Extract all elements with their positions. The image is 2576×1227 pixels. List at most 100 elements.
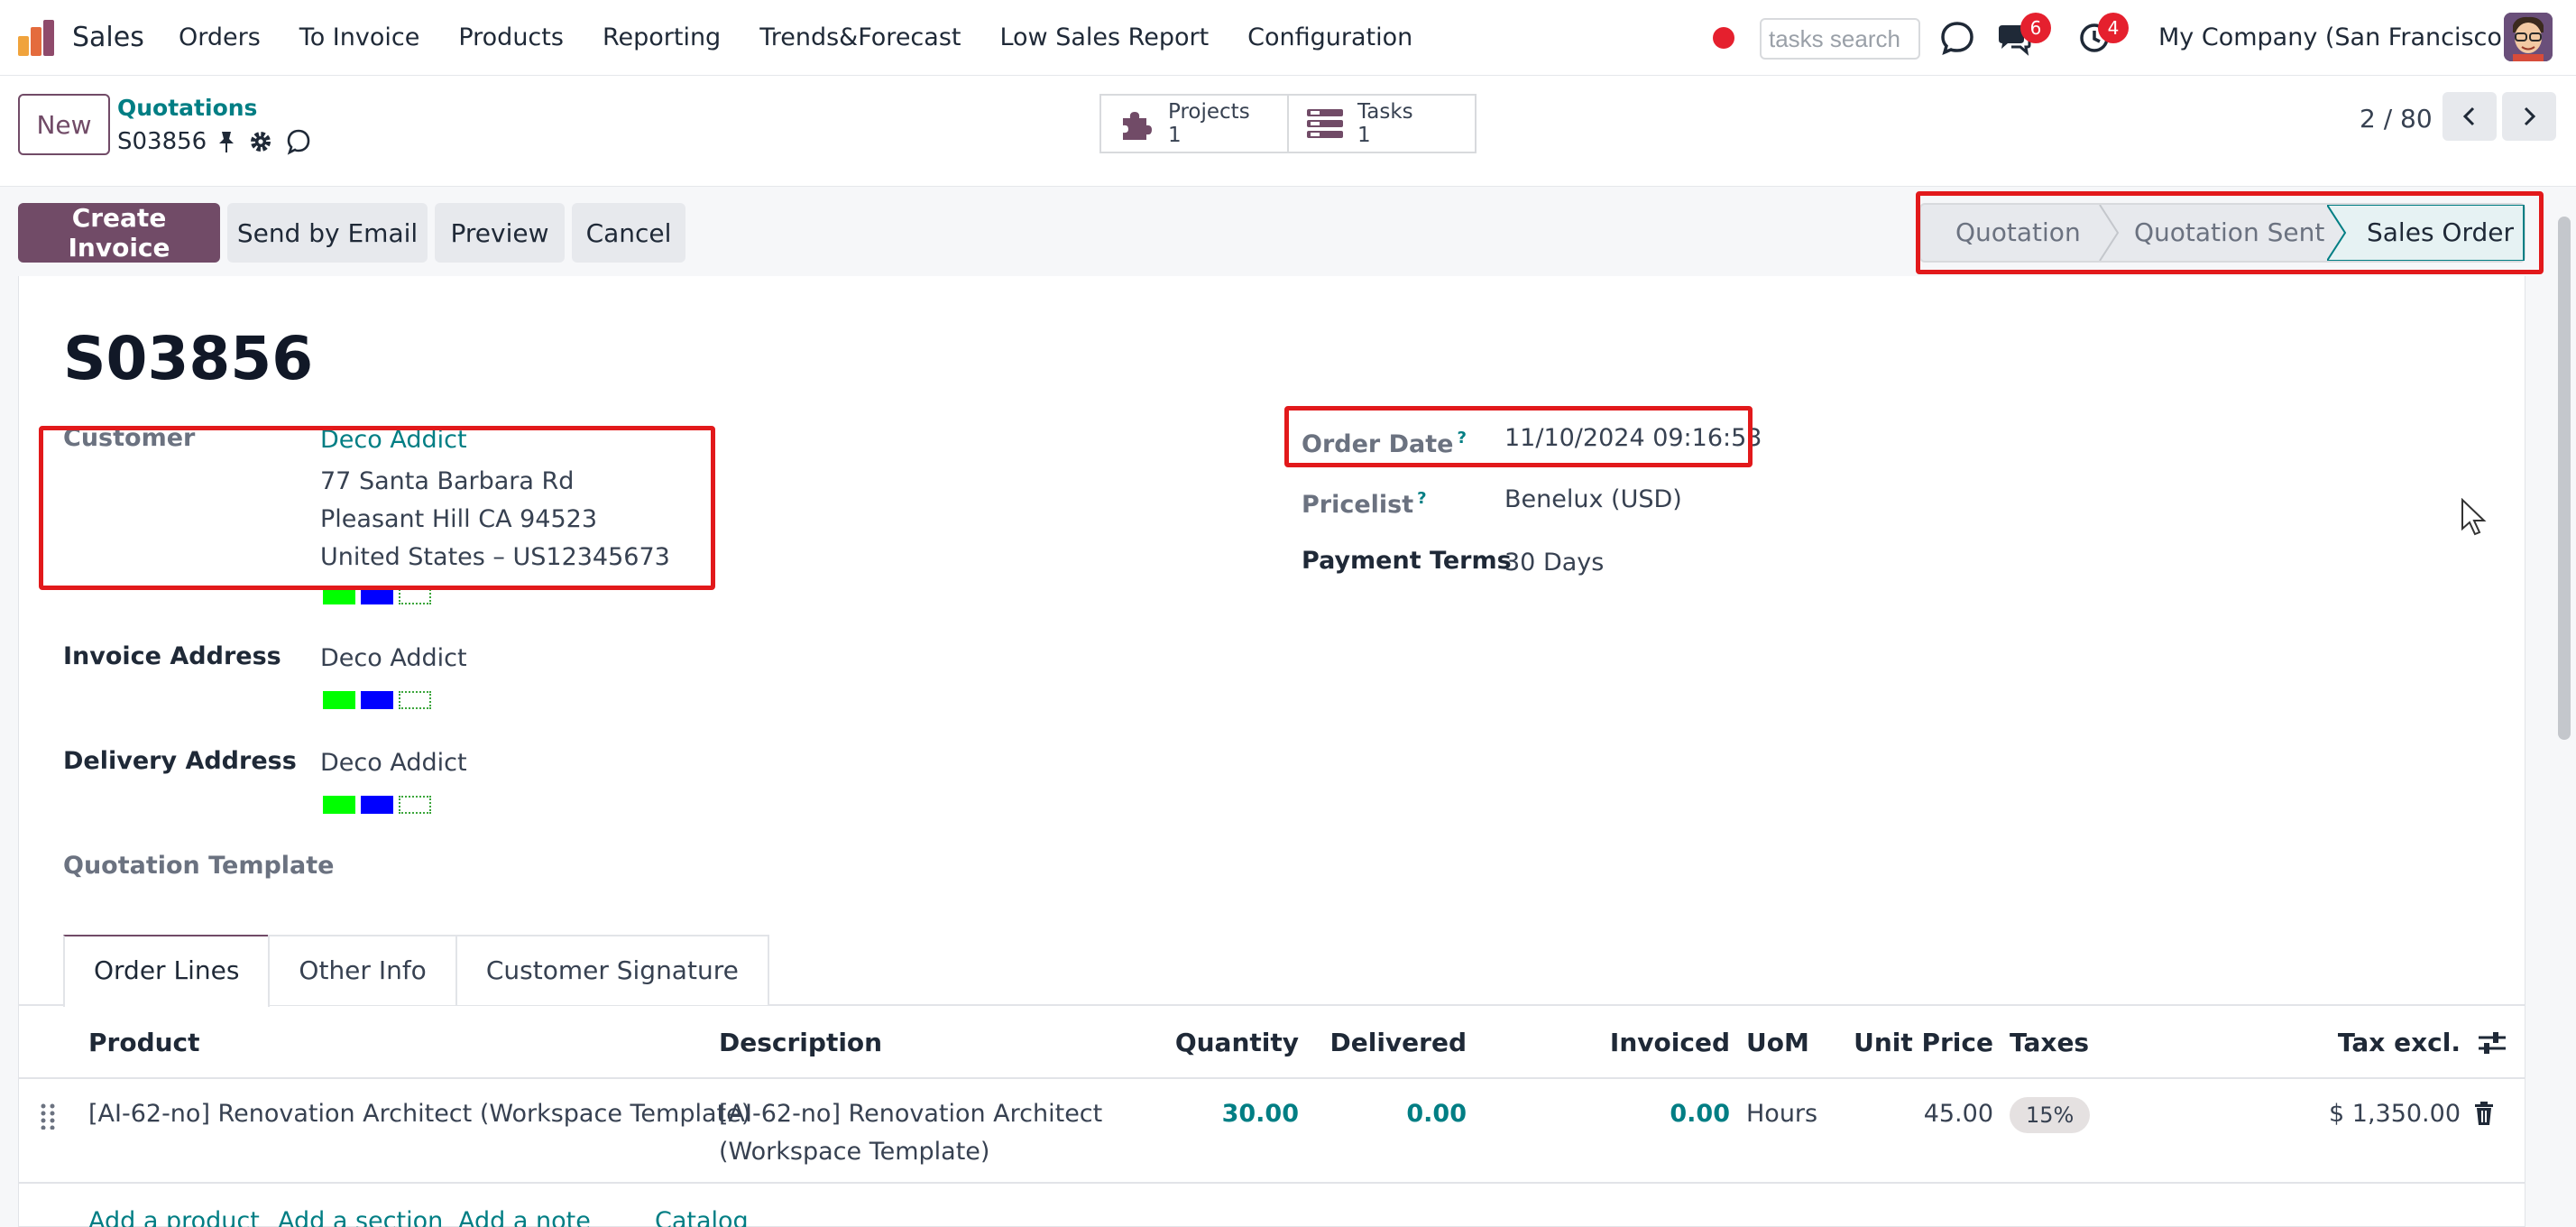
breadcrumb-quotations[interactable]: Quotations bbox=[117, 93, 257, 124]
pager-previous-button[interactable] bbox=[2443, 92, 2497, 141]
chevron-left-icon bbox=[2462, 106, 2475, 126]
send-by-email-button[interactable]: Send by Email bbox=[227, 203, 428, 263]
drag-handle-icon[interactable] bbox=[40, 1102, 56, 1130]
quotation-template-label: Quotation Template bbox=[63, 852, 335, 880]
pricelist-help-icon[interactable]: ? bbox=[1417, 489, 1426, 508]
cancel-button[interactable]: Cancel bbox=[572, 203, 685, 263]
chevron-right-icon bbox=[2524, 106, 2536, 126]
status-step-sales-order[interactable]: Sales Order bbox=[2367, 205, 2514, 261]
line-product[interactable]: [AI-62-no] Renovation Architect (Workspa… bbox=[88, 1095, 750, 1133]
app-name[interactable]: Sales bbox=[72, 18, 144, 58]
chatter-toggle-icon[interactable] bbox=[285, 128, 312, 155]
projects-label: Projects bbox=[1168, 100, 1250, 124]
customer-link[interactable]: Deco Addict bbox=[320, 424, 467, 457]
optional-columns-icon[interactable] bbox=[2477, 1029, 2507, 1057]
form-action-bar: Create Invoice Send by Email Preview Can… bbox=[0, 186, 2576, 276]
projects-count: 1 bbox=[1168, 124, 1182, 147]
menu-trends-forecast[interactable]: Trends&Forecast bbox=[759, 18, 961, 58]
swatch-green bbox=[323, 586, 355, 604]
swatch-empty bbox=[399, 586, 431, 604]
page-scrollbar[interactable] bbox=[2558, 217, 2571, 740]
menu-products[interactable]: Products bbox=[458, 18, 564, 58]
menu-configuration[interactable]: Configuration bbox=[1247, 18, 1412, 58]
messages-count-badge: 6 bbox=[2020, 13, 2051, 43]
column-taxes[interactable]: Taxes bbox=[2010, 1025, 2089, 1061]
new-button[interactable]: New bbox=[18, 94, 110, 155]
swatch-empty bbox=[399, 691, 431, 709]
smart-buttons: Projects 1 Tasks 1 bbox=[1099, 94, 1477, 153]
sales-app-icon[interactable] bbox=[14, 16, 58, 60]
customer-label: Customer bbox=[63, 424, 196, 452]
tab-order-lines[interactable]: Order Lines bbox=[63, 935, 271, 1007]
menu-reporting[interactable]: Reporting bbox=[603, 18, 721, 58]
order-date-help-icon[interactable]: ? bbox=[1457, 429, 1466, 447]
invoice-address-label: Invoice Address bbox=[63, 642, 281, 670]
tab-other-info[interactable]: Other Info bbox=[268, 935, 457, 1005]
swatch-green bbox=[323, 691, 355, 709]
pager-next-button[interactable] bbox=[2502, 92, 2556, 141]
customer-color-swatches bbox=[323, 586, 431, 604]
line-uom[interactable]: Hours bbox=[1746, 1095, 1817, 1133]
customer-address-line: Pleasant Hill CA 94523 bbox=[320, 505, 598, 533]
order-date-value[interactable]: 11/10/2024 09:16:53 bbox=[1504, 422, 1762, 455]
tasks-icon bbox=[1307, 109, 1343, 138]
customer-address-line: United States – US12345673 bbox=[320, 543, 670, 571]
user-avatar[interactable] bbox=[2504, 13, 2553, 61]
status-step-quotation-sent[interactable]: Quotation Sent bbox=[2134, 205, 2324, 261]
gear-icon[interactable] bbox=[249, 130, 272, 153]
pricelist-label-text: Pricelist bbox=[1302, 491, 1414, 519]
line-invoiced[interactable]: 0.00 bbox=[1670, 1095, 1730, 1133]
status-step-quotation[interactable]: Quotation bbox=[1955, 205, 2081, 261]
customer-address-line: 77 Santa Barbara Rd bbox=[320, 467, 575, 495]
line-delivered[interactable]: 0.00 bbox=[1406, 1095, 1467, 1133]
recording-indicator-icon[interactable] bbox=[1713, 27, 1734, 49]
pager-value[interactable]: 2 / 80 bbox=[2360, 99, 2433, 139]
trash-icon[interactable] bbox=[2473, 1101, 2495, 1126]
menu-orders[interactable]: Orders bbox=[179, 18, 261, 58]
line-description-cont[interactable]: (Workspace Template) bbox=[719, 1133, 989, 1171]
column-uom[interactable]: UoM bbox=[1746, 1025, 1809, 1061]
order-date-label: Order Date? bbox=[1302, 422, 1467, 461]
record-actions bbox=[216, 128, 312, 155]
delivery-address-swatches bbox=[323, 796, 431, 814]
add-product-link[interactable]: Add a product bbox=[88, 1204, 260, 1227]
column-invoiced[interactable]: Invoiced bbox=[1610, 1025, 1730, 1061]
delivery-address-label: Delivery Address bbox=[63, 747, 297, 775]
preview-button[interactable]: Preview bbox=[435, 203, 565, 263]
menu-to-invoice[interactable]: To Invoice bbox=[299, 18, 420, 58]
order-date-label-text: Order Date bbox=[1302, 430, 1454, 458]
projects-smart-button[interactable]: Projects 1 bbox=[1101, 96, 1287, 152]
add-note-link[interactable]: Add a note bbox=[458, 1204, 591, 1227]
status-bar: Quotation Quotation Sent Sales Order bbox=[1919, 203, 2525, 263]
pin-icon[interactable] bbox=[216, 130, 236, 153]
column-description[interactable]: Description bbox=[719, 1025, 882, 1061]
status-separator-icon bbox=[2099, 205, 2120, 261]
delivery-address-value[interactable]: Deco Addict bbox=[320, 747, 467, 780]
invoice-address-value[interactable]: Deco Addict bbox=[320, 642, 467, 675]
create-invoice-button[interactable]: Create Invoice bbox=[18, 203, 220, 263]
line-tax-tag[interactable]: 15% bbox=[2010, 1097, 2091, 1133]
line-quantity[interactable]: 30.00 bbox=[1222, 1095, 1299, 1133]
discuss-icon[interactable] bbox=[1937, 18, 1977, 58]
tab-customer-signature[interactable]: Customer Signature bbox=[455, 935, 769, 1005]
tasks-smart-button[interactable]: Tasks 1 bbox=[1287, 96, 1475, 152]
swatch-blue bbox=[361, 691, 393, 709]
column-product[interactable]: Product bbox=[88, 1025, 200, 1061]
catalog-link[interactable]: Catalog bbox=[655, 1204, 749, 1227]
table-row-divider bbox=[18, 1182, 2525, 1184]
column-delivered[interactable]: Delivered bbox=[1329, 1025, 1467, 1061]
pricelist-label: Pricelist? bbox=[1302, 483, 1427, 521]
payment-terms-value[interactable]: 30 Days bbox=[1504, 547, 1604, 579]
company-switcher[interactable]: My Company (San Francisco) bbox=[2158, 18, 2511, 58]
pricelist-value[interactable]: Benelux (USD) bbox=[1504, 484, 1682, 516]
swatch-green bbox=[323, 796, 355, 814]
tasks-search-input[interactable] bbox=[1760, 18, 1920, 60]
menu-low-sales-report[interactable]: Low Sales Report bbox=[999, 18, 1209, 58]
main-menu: Orders To Invoice Products Reporting Tre… bbox=[179, 18, 1451, 58]
add-section-link[interactable]: Add a section bbox=[278, 1204, 443, 1227]
column-quantity[interactable]: Quantity bbox=[1175, 1025, 1299, 1061]
line-description[interactable]: [AI-62-no] Renovation Architect bbox=[719, 1095, 1102, 1133]
line-unit-price[interactable]: 45.00 bbox=[1924, 1095, 1993, 1133]
column-unit-price[interactable]: Unit Price bbox=[1854, 1025, 1993, 1061]
column-tax-excl[interactable]: Tax excl. bbox=[2338, 1025, 2461, 1061]
